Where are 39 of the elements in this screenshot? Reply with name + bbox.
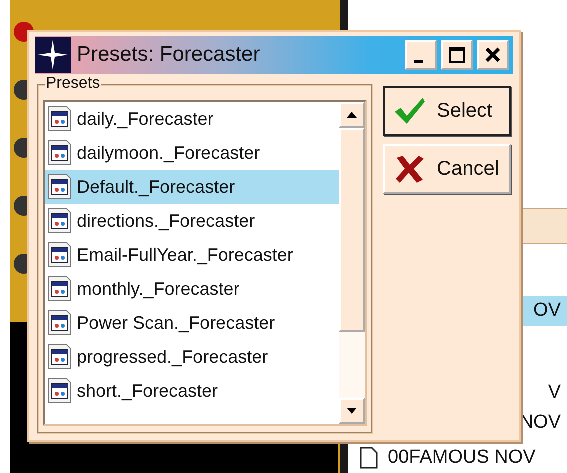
preset-item[interactable]: Email-FullYear._Forecaster (45, 238, 339, 272)
minimize-icon (414, 60, 422, 62)
preset-item[interactable]: dailymoon._Forecaster (45, 136, 339, 170)
preset-item[interactable]: directions._Forecaster (45, 204, 339, 238)
preset-item[interactable]: monthly._Forecaster (45, 272, 339, 306)
document-icon (47, 377, 73, 405)
scroll-down-button[interactable] (339, 398, 365, 424)
star-icon (35, 37, 71, 73)
scroll-thumb[interactable] (339, 128, 365, 332)
document-icon (47, 207, 73, 235)
maximize-icon (448, 46, 466, 64)
preset-item[interactable]: daily._Forecaster (45, 102, 339, 136)
document-icon (47, 241, 73, 269)
preset-item[interactable]: short._Forecaster (45, 374, 339, 408)
document-icon (47, 173, 73, 201)
close-icon (484, 46, 502, 64)
preset-item[interactable]: Power Scan._Forecaster (45, 306, 339, 340)
document-icon (47, 309, 73, 337)
preset-item[interactable]: progressed._Forecaster (45, 340, 339, 374)
maximize-button[interactable] (441, 40, 473, 70)
file-row[interactable]: 00FAMOUS NOV (348, 446, 567, 470)
down-arrow-icon (347, 408, 357, 414)
cancel-button[interactable]: Cancel (383, 144, 511, 194)
document-icon (47, 105, 73, 133)
document-icon (360, 447, 378, 469)
file-name: 00FAMOUS NOV (388, 447, 536, 469)
document-icon (47, 343, 73, 371)
minimize-button[interactable] (405, 40, 437, 70)
document-icon (47, 139, 73, 167)
document-icon (47, 275, 73, 303)
cross-icon (393, 154, 427, 184)
scrollbar[interactable] (339, 102, 365, 424)
scroll-up-button[interactable] (339, 102, 365, 128)
up-arrow-icon (347, 112, 357, 118)
checkmark-icon (393, 96, 427, 126)
window-title: Presets: Forecaster (76, 43, 262, 67)
preset-item[interactable]: Default._Forecaster (45, 170, 339, 204)
select-button[interactable]: Select (383, 86, 511, 136)
close-button[interactable] (477, 40, 509, 70)
